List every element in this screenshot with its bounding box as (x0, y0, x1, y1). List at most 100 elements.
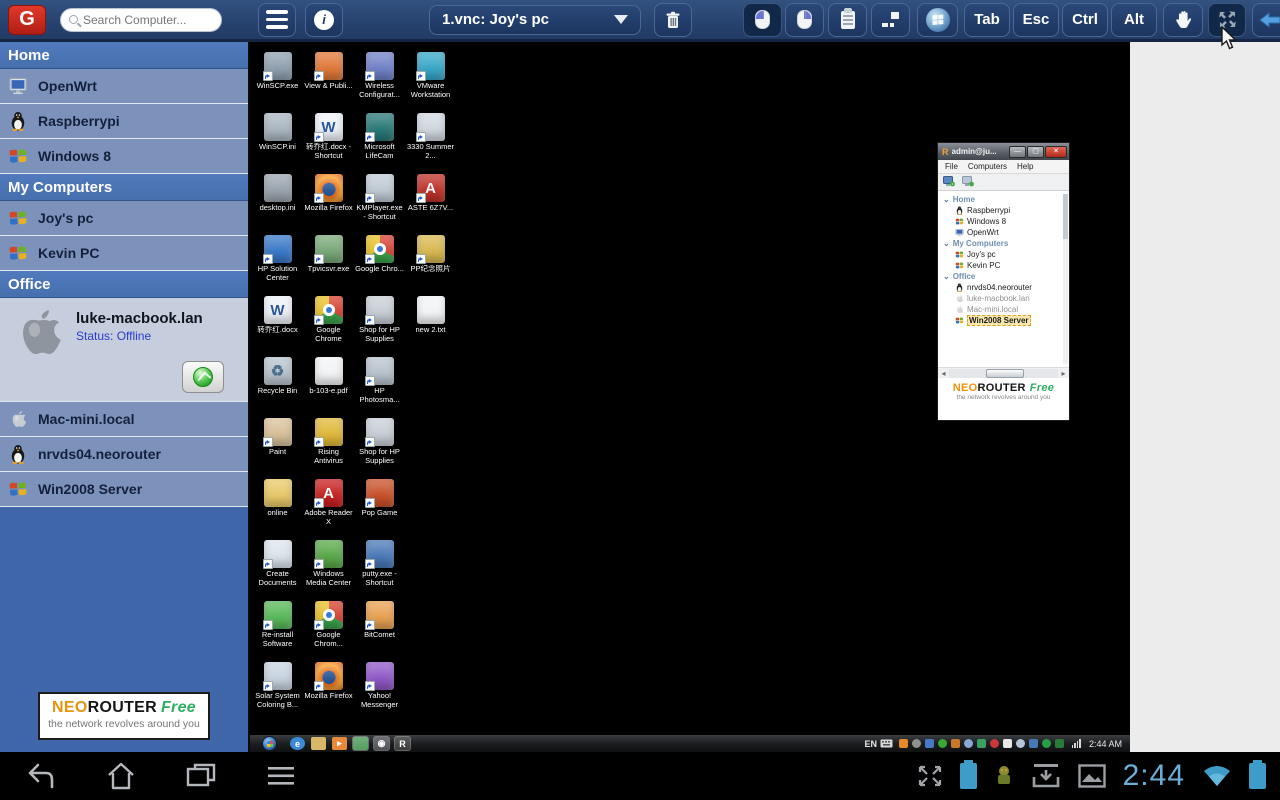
desktop-icon-new-2-txt[interactable]: new 2.txt (405, 296, 456, 357)
language-indicator[interactable]: EN (864, 739, 877, 749)
scrollbar-thumb[interactable] (986, 369, 1024, 378)
taskbar-neo-button[interactable]: R (395, 737, 410, 750)
desktop-icon-docx[interactable]: W 转乔红.docx (252, 296, 303, 357)
desktop-icon-tpvicsvr-exe[interactable]: Tpvicsvr.exe (303, 235, 354, 296)
download-tray-icon[interactable] (1031, 763, 1061, 789)
desktop-icon-yahoo-messenger[interactable]: Yahoo! Messenger (354, 662, 405, 723)
wake-connect-button[interactable] (182, 361, 224, 393)
pan-button[interactable] (1163, 3, 1203, 37)
hide-toolbar-button[interactable] (1252, 3, 1280, 37)
desktop-icon-b-103-e-pdf[interactable]: b-103-e.pdf (303, 357, 354, 418)
menu-button[interactable] (258, 3, 296, 37)
desktop-icon-hp-solution-center[interactable]: HP Solution Center (252, 235, 303, 296)
recents-button[interactable] (184, 759, 218, 793)
horizontal-scrollbar[interactable]: ◂ ▸ (938, 367, 1069, 378)
desktop-icon-create-documents[interactable]: Create Documents (252, 540, 303, 601)
sidebar-item-kevin-pc[interactable]: Kevin PC (0, 236, 248, 271)
sidebar-item-luke-macbook-lan[interactable]: luke-macbook.lan Status: Offline (0, 298, 248, 402)
desktop-icon-mozilla-firefox[interactable]: Mozilla Firefox (303, 174, 354, 235)
tree-item-mac-mini-local[interactable]: Mac-mini.local (938, 304, 1069, 315)
desktop-icon-3330-summer-2[interactable]: 3330 Summer 2... (405, 113, 456, 174)
desktop-icon-docx-shortcut[interactable]: W 转乔红.docx - Shortcut (303, 113, 354, 174)
desktop-icon-paint[interactable]: Paint (252, 418, 303, 479)
scroll-left-icon[interactable]: ◂ (938, 369, 949, 378)
close-button[interactable]: ✕ (1045, 146, 1067, 158)
desktop-icon-solar-system-coloring-b[interactable]: Solar System Coloring B... (252, 662, 303, 723)
left-click-button[interactable] (743, 3, 782, 37)
tree-item-nrvds04-neorouter[interactable]: nrvds04.neorouter (938, 282, 1069, 293)
taskbar-clock[interactable]: 2:44 AM (1089, 739, 1122, 749)
desktop-icon-vmware-workstation[interactable]: VMware Workstation (405, 52, 456, 113)
tray-icon-9[interactable] (1003, 739, 1012, 748)
desktop-icon-online[interactable]: online (252, 479, 303, 540)
sidebar-item-win2008-server[interactable]: Win2008 Server (0, 472, 248, 507)
fullscreen-button[interactable] (1208, 3, 1246, 37)
desktop-icon-shop-for-hp-supplies[interactable]: Shop for HP Supplies (354, 418, 405, 479)
tray-icon-2[interactable] (912, 739, 921, 748)
desktop-icon-microsoft-lifecam[interactable]: Microsoft LifeCam (354, 113, 405, 174)
tree-item-windows-8[interactable]: Windows 8 (938, 216, 1069, 227)
taskbar-wmp-button[interactable]: ▸ (332, 737, 347, 750)
window-titlebar[interactable]: R admin@ju... — ▢ ✕ (938, 143, 1069, 160)
tree-item-openwrt[interactable]: OpenWrt (938, 227, 1069, 238)
clipboard-button[interactable] (828, 3, 867, 37)
menu-computers[interactable]: Computers (968, 162, 1007, 171)
fullscreen-toggle-icon[interactable] (917, 764, 943, 788)
info-button[interactable]: i (305, 3, 343, 37)
desktop-icon-pp[interactable]: PP纪念照片 (405, 235, 456, 296)
desktop-icon-desktop-ini[interactable]: desktop.ini (252, 174, 303, 235)
desktop-icon-pop-game[interactable]: Pop Game (354, 479, 405, 540)
sidebar-item-mac-mini-local[interactable]: Mac-mini.local (0, 402, 248, 437)
tree-item-joy-s-pc[interactable]: Joy's pc (938, 249, 1069, 260)
menu-button-android[interactable] (264, 759, 298, 793)
menu-help[interactable]: Help (1017, 162, 1033, 171)
tree-item-kevin-pc[interactable]: Kevin PC (938, 260, 1069, 271)
tray-icon-7[interactable] (977, 739, 986, 748)
windows-key-button[interactable] (917, 3, 958, 37)
android-clock[interactable]: 2:44 (1123, 759, 1185, 793)
tray-icon-3[interactable] (925, 739, 934, 748)
tray-icon-13[interactable] (1055, 739, 1064, 748)
desktop-icon-google-chrom[interactable]: Google Chrom... (303, 601, 354, 662)
taskbar-folder-button[interactable] (311, 737, 326, 750)
tray-icon-11[interactable] (1029, 739, 1038, 748)
disconnect-button[interactable] (654, 3, 692, 37)
sidebar-item-windows-8[interactable]: Windows 8 (0, 139, 248, 174)
scroll-right-icon[interactable]: ▸ (1058, 369, 1069, 378)
network-signal-icon[interactable] (1072, 739, 1081, 748)
gallery-icon[interactable] (1078, 764, 1106, 788)
app-logo-button[interactable]: G (8, 5, 46, 35)
screen-layout-button[interactable] (871, 3, 910, 37)
maximize-button[interactable]: ▢ (1027, 146, 1044, 158)
key-tab-button[interactable]: Tab (964, 3, 1010, 37)
sidebar-item-raspberrypi[interactable]: Raspberrypi (0, 104, 248, 139)
session-dropdown[interactable]: 1.vnc: Joy's pc (429, 5, 641, 35)
tray-icon-12[interactable] (1042, 739, 1051, 748)
right-click-button[interactable] (785, 3, 824, 37)
desktop-icon-hp-photosma[interactable]: HP Photosma... (354, 357, 405, 418)
sidebar-item-joy-s-pc[interactable]: Joy's pc (0, 201, 248, 236)
sidebar-item-nrvds04-neorouter[interactable]: nrvds04.neorouter (0, 437, 248, 472)
tray-icon-4[interactable] (938, 739, 947, 748)
minimize-button[interactable]: — (1009, 146, 1026, 158)
desktop-icon-bitcomet[interactable]: BitComet (354, 601, 405, 662)
desktop-icon-view-publi[interactable]: View & Publi... (303, 52, 354, 113)
desktop-icon-google-chro[interactable]: Google Chro... (354, 235, 405, 296)
desktop-icon-putty-exe-shortcut[interactable]: putty.exe - Shortcut (354, 540, 405, 601)
home-button[interactable] (104, 759, 138, 793)
desktop-icon-wireless-configurat[interactable]: Wireless Configurat... (354, 52, 405, 113)
tree-item-luke-macbook-lan[interactable]: luke-macbook.lan (938, 293, 1069, 304)
tree-group-home[interactable]: ⌄ Home (938, 194, 1069, 205)
desktop-icon-rising-antivirus[interactable]: Rising Antivirus (303, 418, 354, 479)
desktop-icon-winscp-exe[interactable]: WinSCP.exe (252, 52, 303, 113)
key-ctrl-button[interactable]: Ctrl (1062, 3, 1108, 37)
taskbar-hp-button[interactable] (353, 737, 368, 750)
connect-computer-icon[interactable] (962, 176, 974, 189)
vertical-scrollbar[interactable] (1063, 194, 1068, 364)
desktop-icon-adobe-reader-x[interactable]: A Adobe Reader X (303, 479, 354, 540)
tree-item-win2008-server[interactable]: Win2008 Server (938, 315, 1069, 326)
key-alt-button[interactable]: Alt (1111, 3, 1157, 37)
neorouter-client-window[interactable]: R admin@ju... — ▢ ✕ File Computers Help … (937, 142, 1070, 421)
desktop-icon-windows-media-center[interactable]: Windows Media Center (303, 540, 354, 601)
sidebar-item-openwrt[interactable]: OpenWrt (0, 69, 248, 104)
